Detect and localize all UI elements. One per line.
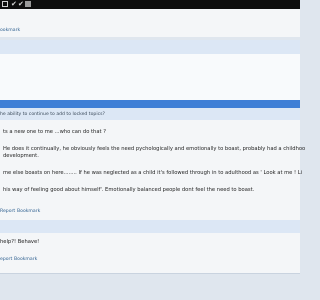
bookmark-link[interactable]: ookmark — [0, 28, 20, 33]
report-link[interactable]: eport — [0, 257, 12, 262]
post-line: his way of feeling good about himself'. … — [3, 187, 255, 193]
image-icon — [25, 1, 31, 7]
empty-post-area — [0, 54, 300, 100]
post-2: ts a new one to me ...who can do that ? … — [0, 120, 305, 220]
check-icon: ✔ — [11, 0, 17, 8]
bookmark-link[interactable]: Bookmark — [14, 257, 37, 262]
report-link[interactable]: Report — [0, 209, 15, 214]
post-line: ts a new one to me ...who can do that ? — [3, 129, 106, 135]
post-line: He does it continually, he obviously fee… — [3, 146, 306, 152]
post-line: me else boasts on here........ If he was… — [3, 170, 303, 176]
post-1: ookmark — [0, 9, 300, 37]
post-line: development. — [3, 153, 39, 159]
check-icon: ✔ — [18, 0, 24, 8]
post-divider — [0, 273, 300, 274]
section-accent-bar — [0, 100, 300, 108]
bookmark-link[interactable]: Bookmark — [17, 209, 40, 214]
status-bar: ✔ ✔ — [0, 0, 300, 9]
square-icon — [2, 1, 8, 7]
post-separator — [0, 220, 300, 233]
post-line: help?! Behave! — [0, 239, 40, 245]
question-banner: he ability to continue to add to locked … — [0, 108, 300, 120]
post-separator — [0, 40, 300, 54]
post-3: help?! Behave! eport Bookmark — [0, 233, 300, 273]
question-text: he ability to continue to add to locked … — [0, 112, 105, 117]
